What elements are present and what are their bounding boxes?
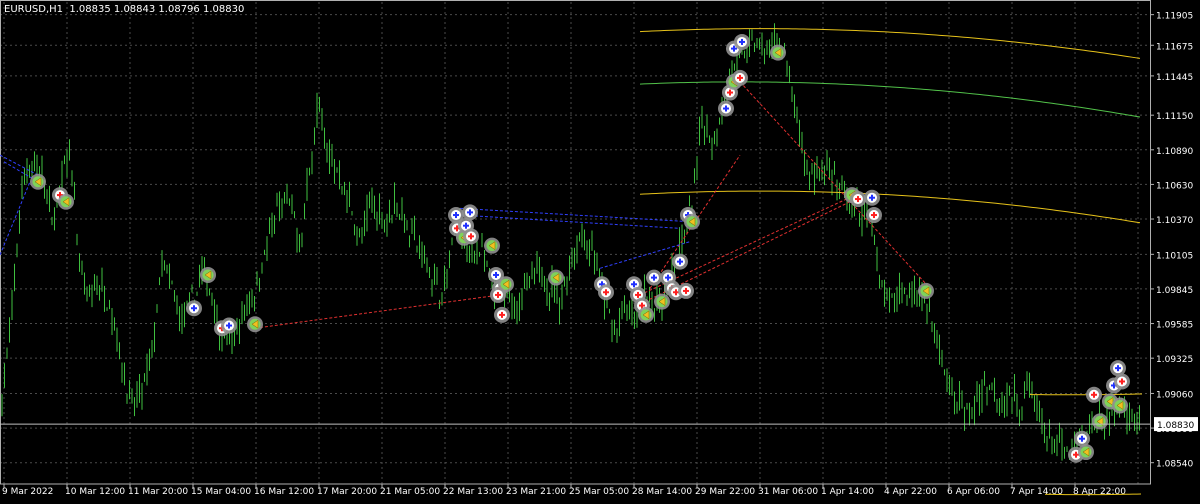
x-tick-label: 31 Mar 06:00 <box>758 487 818 497</box>
trade-marker-flag <box>484 237 500 254</box>
trade-marker-red <box>732 69 748 86</box>
trade-marker-blue <box>221 317 237 334</box>
x-tick-label: 23 Mar 21:00 <box>506 487 566 497</box>
x-tick-label: 10 Mar 12:00 <box>65 487 125 497</box>
trade-marker-flag <box>638 306 654 323</box>
trade-marker-blue <box>646 269 662 286</box>
trade-marker-blue <box>718 100 734 117</box>
y-tick-label: 1.08540 <box>1156 460 1193 470</box>
y-tick-label: 1.11905 <box>1156 12 1193 22</box>
trade-marker-flag <box>58 193 74 210</box>
trade-marker-flag <box>918 282 934 299</box>
y-tick-label: 1.09585 <box>1156 321 1193 331</box>
trade-marker-blue <box>672 253 688 270</box>
x-tick-label: 4 Apr 22:00 <box>884 487 937 497</box>
trade-marker-red <box>463 228 479 245</box>
trade-marker-blue <box>186 300 202 317</box>
trade-marker-flag <box>654 293 670 310</box>
x-tick-label: 8 Apr 22:00 <box>1073 487 1126 497</box>
trade-marker-flag <box>548 269 564 286</box>
x-tick-label: 9 Mar 2022 <box>2 487 53 497</box>
price-chart[interactable]: 1.11905 1.11675 1.11445 1.11150 1.10890 1.106… <box>0 0 1200 500</box>
y-tick-label: 1.11445 <box>1156 73 1193 83</box>
trade-marker-red <box>1114 373 1130 390</box>
trade-marker-red <box>1086 386 1102 403</box>
trade-marker-flag <box>1078 444 1094 461</box>
x-tick-label: 7 Apr 14:00 <box>1010 487 1063 497</box>
x-tick-label: 22 Mar 13:00 <box>443 487 503 497</box>
trade-marker-flag <box>200 266 216 283</box>
last-price-label: 1.08830 <box>1157 421 1194 431</box>
trade-marker-red <box>494 306 510 323</box>
trade-marker-blue <box>864 189 880 206</box>
trade-marker-red <box>866 207 882 224</box>
trade-marker-flag <box>247 316 263 333</box>
trade-marker-flag <box>684 213 700 230</box>
symbol-caption: EURUSD,H1 1.08835 1.08843 1.08796 1.0883… <box>4 4 245 15</box>
y-tick-label: 1.10630 <box>1156 181 1193 191</box>
y-tick-label: 1.10105 <box>1156 251 1193 261</box>
chart-canvas[interactable]: 1.11905 1.11675 1.11445 1.11150 1.10890 1.106… <box>0 0 1200 500</box>
x-tick-label: 21 Mar 05:00 <box>380 487 440 497</box>
x-tick-label: 29 Mar 22:00 <box>695 487 755 497</box>
y-tick-label: 1.11150 <box>1156 112 1193 122</box>
trade-marker-red <box>490 286 506 303</box>
y-tick-label: 1.10890 <box>1156 147 1193 157</box>
trade-marker-blue <box>734 33 750 50</box>
x-tick-label: 25 Mar 05:00 <box>569 487 629 497</box>
trade-marker-flag <box>1092 413 1108 430</box>
y-tick-label: 1.09845 <box>1156 286 1193 296</box>
x-tick-label: 28 Mar 14:00 <box>632 487 692 497</box>
x-tick-label: 1 Apr 14:00 <box>821 487 874 497</box>
trade-marker-flag <box>1112 397 1128 414</box>
y-tick-label: 1.10370 <box>1156 216 1193 226</box>
trade-marker-red <box>678 282 694 299</box>
trade-marker-flag <box>770 44 786 61</box>
trade-marker-red <box>598 284 614 301</box>
x-tick-label: 11 Mar 20:00 <box>128 487 188 497</box>
y-tick-label: 1.09060 <box>1156 390 1193 400</box>
x-tick-label: 6 Apr 06:00 <box>947 487 1000 497</box>
trade-marker-red <box>850 191 866 208</box>
x-tick-label: 16 Mar 12:00 <box>254 487 314 497</box>
trade-marker-flag <box>30 173 46 190</box>
x-tick-label: 17 Mar 20:00 <box>317 487 377 497</box>
y-tick-label: 1.09325 <box>1156 355 1193 365</box>
y-tick-label: 1.11675 <box>1156 42 1193 52</box>
x-tick-label: 15 Mar 04:00 <box>191 487 251 497</box>
